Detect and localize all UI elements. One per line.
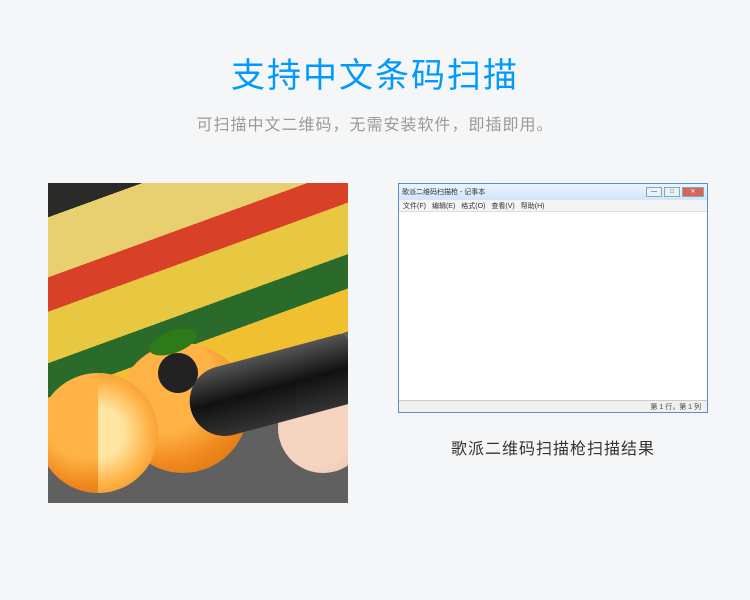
window-titlebar: 歌派二维码扫描枪 - 记事本 — □ ✕	[399, 184, 707, 200]
window-menubar: 文件(F) 编辑(E) 格式(O) 查看(V) 帮助(H)	[399, 200, 707, 212]
page-title: 支持中文条码扫描	[0, 48, 750, 97]
menu-view[interactable]: 查看(V)	[491, 201, 514, 211]
menu-format[interactable]: 格式(O)	[461, 201, 485, 211]
menu-file[interactable]: 文件(F)	[403, 201, 426, 211]
product-photo	[48, 183, 348, 503]
page-subtitle: 可扫描中文二维码，无需安装软件，即插即用。	[0, 111, 750, 135]
window-close-button[interactable]: ✕	[682, 187, 704, 197]
window-maximize-button[interactable]: □	[664, 187, 680, 197]
screenshot-caption: 歌派二维码扫描枪扫描结果	[398, 435, 708, 459]
cursor-position: 第 1 行，第 1 列	[650, 402, 701, 412]
notepad-window: 歌派二维码扫描枪 - 记事本 — □ ✕ 文件(F) 编辑(E) 格式(O) 查…	[398, 183, 708, 413]
menu-edit[interactable]: 编辑(E)	[432, 201, 455, 211]
window-minimize-button[interactable]: —	[646, 187, 662, 197]
editor-area[interactable]	[399, 212, 707, 400]
window-title: 歌派二维码扫描枪 - 记事本	[402, 187, 485, 197]
window-statusbar: 第 1 行，第 1 列	[399, 400, 707, 412]
menu-help[interactable]: 帮助(H)	[521, 201, 545, 211]
